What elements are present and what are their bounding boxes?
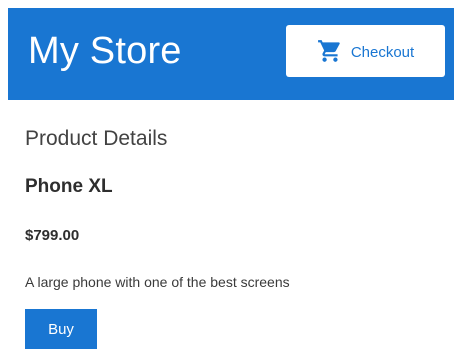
- store-title[interactable]: My Store: [28, 32, 182, 70]
- page: My Store Checkout Product Details Phone …: [0, 0, 454, 363]
- checkout-label: Checkout: [350, 43, 415, 61]
- buy-button[interactable]: Buy: [25, 309, 97, 349]
- checkout-button[interactable]: Checkout: [286, 25, 445, 77]
- product-name: Phone XL: [25, 176, 113, 197]
- product-price: $799.00: [25, 227, 80, 244]
- product-details: Product Details Phone XL $799.00 A large…: [25, 124, 435, 349]
- section-title: Product Details: [25, 127, 168, 150]
- shopping-cart-icon: [317, 40, 340, 62]
- top-bar: My Store Checkout: [8, 8, 454, 100]
- product-description: A large phone with one of the best scree…: [25, 274, 290, 290]
